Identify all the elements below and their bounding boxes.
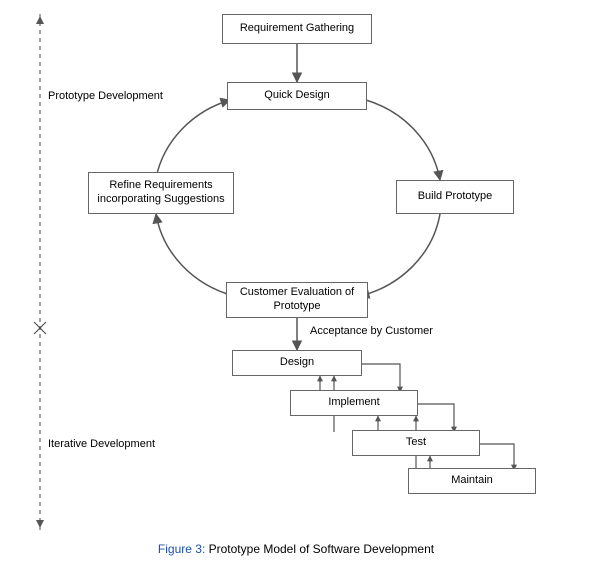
box-implement: Implement	[290, 390, 418, 416]
label-acceptance: Acceptance by Customer	[310, 325, 433, 337]
box-refine-requirements: Refine Requirements incorporating Sugges…	[88, 172, 234, 214]
box-requirement-gathering: Requirement Gathering	[222, 14, 372, 44]
box-design: Design	[232, 350, 362, 376]
box-maintain: Maintain	[408, 468, 536, 494]
box-build-prototype: Build Prototype	[396, 180, 514, 214]
box-customer-evaluation: Customer Evaluation of Prototype	[226, 282, 368, 318]
figure-title: Prototype Model of Software Development	[209, 542, 434, 556]
figure-number: Figure 3:	[158, 542, 205, 556]
box-test: Test	[352, 430, 480, 456]
diagram-prototype-model: Prototype Development Iterative Developm…	[0, 0, 592, 568]
figure-caption: Figure 3: Prototype Model of Software De…	[0, 542, 592, 556]
box-quick-design: Quick Design	[227, 82, 367, 110]
label-prototype-development: Prototype Development	[48, 90, 163, 102]
label-iterative-development: Iterative Development	[48, 438, 155, 450]
